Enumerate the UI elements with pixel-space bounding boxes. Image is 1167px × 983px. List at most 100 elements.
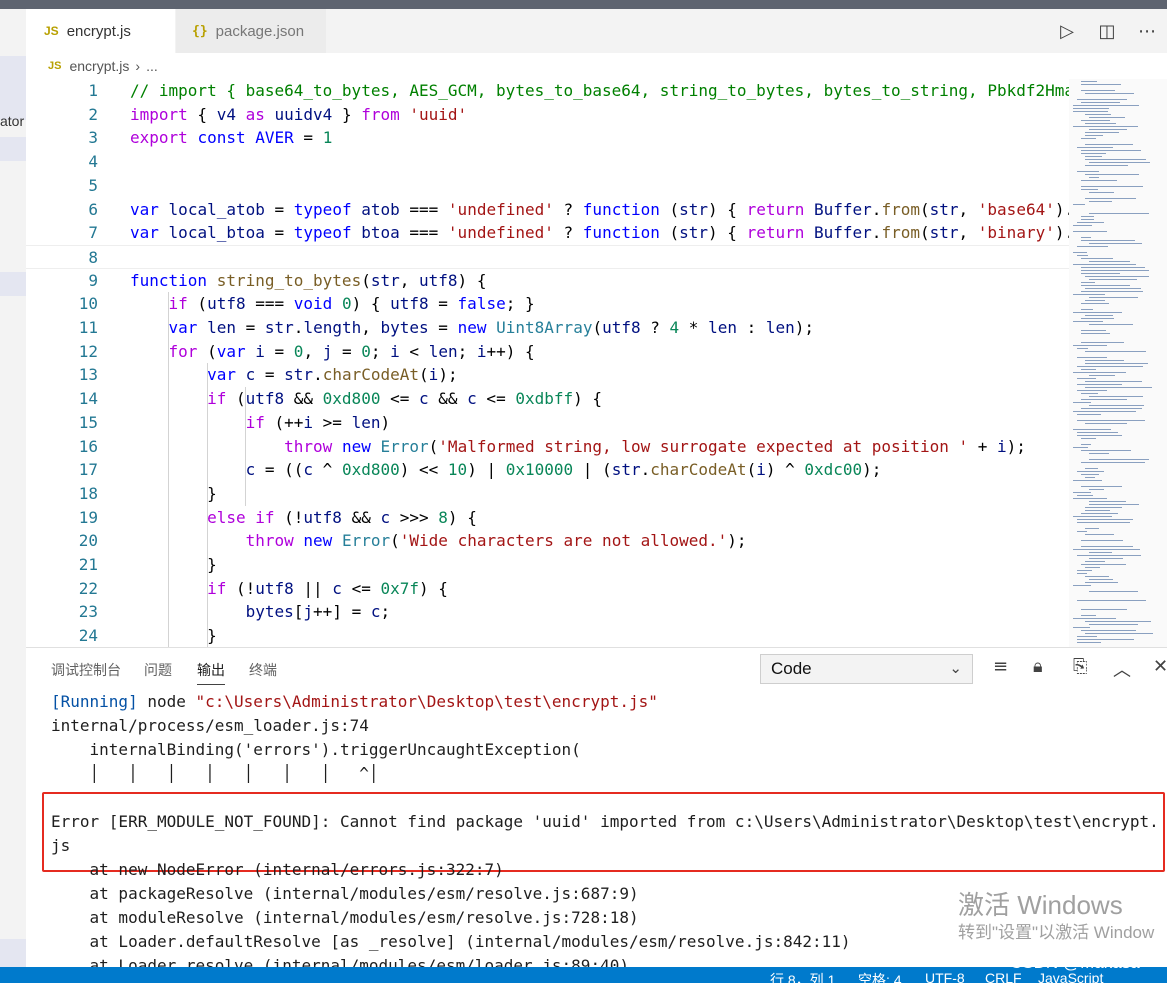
minimap-line — [1081, 153, 1106, 154]
code-token: 8 — [438, 507, 448, 527]
code-line[interactable]: 23 bytes[j++] = c; — [26, 600, 1069, 624]
code-line[interactable]: 10 if (utf8 === void 0) { utf8 = false; … — [26, 292, 1069, 316]
minimap-line — [1081, 369, 1096, 370]
output-token: node — [137, 692, 196, 711]
code-line[interactable]: 3 export const AVER = 1 — [26, 126, 1069, 150]
code-line[interactable]: 17 c = ((c ^ 0xd800) << 10) | 0x10000 | … — [26, 458, 1069, 482]
tab-debug-console[interactable]: 调试控制台 — [51, 660, 121, 680]
javascript-file-icon: JS — [48, 60, 62, 72]
code-line[interactable]: 19 else if (!utf8 && c >>> 8) { — [26, 506, 1069, 530]
indent-guide — [168, 292, 169, 647]
code-token: len — [207, 318, 236, 337]
code-line[interactable]: 6 var local_atob = typeof atob === 'undef… — [26, 198, 1069, 222]
indent-guide — [245, 387, 246, 506]
code-line[interactable]: 4 — [26, 150, 1069, 174]
code-token: ) { — [573, 389, 603, 409]
minimap-line — [1073, 312, 1122, 313]
code-line[interactable]: 11 var len = str.length, bytes = new Uin… — [26, 316, 1069, 340]
tab-label: encrypt.js — [66, 22, 131, 40]
minimap-line — [1077, 522, 1130, 523]
code-token: Uint8Array — [496, 318, 593, 337]
activity-item[interactable] — [0, 137, 26, 161]
more-actions-icon[interactable]: ⋯ — [1127, 21, 1167, 42]
minimap-line — [1085, 315, 1113, 316]
code-editor[interactable]: 1 // import { base64_to_bytes, AES_GCM, b… — [26, 79, 1069, 647]
tab-package-json[interactable]: {} package.json — [176, 9, 326, 53]
code-token: ); — [1006, 436, 1026, 456]
code-token: as — [245, 104, 265, 124]
code-line[interactable]: 5 — [26, 174, 1069, 198]
run-icon[interactable]: ▷ — [1047, 21, 1087, 42]
minimap-line — [1089, 177, 1099, 178]
code-line[interactable]: 2 import { v4 as uuidv4 } from 'uuid' — [26, 103, 1069, 127]
open-log-icon[interactable]: ⎘ — [1073, 656, 1087, 677]
breadcrumb-file[interactable]: encrypt.js — [69, 58, 129, 74]
minimap-line — [1073, 345, 1107, 346]
tab-encrypt-js[interactable]: JS encrypt.js — [26, 9, 175, 53]
status-encoding[interactable]: UTF-8 — [925, 970, 965, 983]
code-line[interactable]: 7 var local_btoa = typeof btoa === 'undef… — [26, 221, 1069, 245]
tab-problems[interactable]: 问题 — [144, 660, 172, 680]
minimap[interactable] — [1069, 79, 1167, 647]
code-line[interactable]: 14 if (utf8 && 0xd800 <= c && c <= 0xdbf… — [26, 387, 1069, 411]
code-text: var local_atob = typeof atob === 'undefi… — [130, 198, 1069, 222]
clear-output-icon[interactable]: ≡ — [993, 656, 1008, 677]
code-token: local_btoa — [168, 223, 265, 243]
activity-item-selected[interactable] — [0, 56, 26, 120]
minimap-line — [1089, 129, 1127, 130]
tab-output[interactable]: 输出 — [197, 660, 225, 685]
code-line[interactable]: 1 // import { base64_to_bytes, AES_GCM, b… — [26, 79, 1069, 103]
minimap-line — [1089, 279, 1137, 280]
code-token: === — [399, 199, 448, 219]
minimap-line — [1073, 585, 1091, 586]
code-token: AVER — [255, 128, 294, 148]
code-token: str — [679, 223, 709, 243]
code-token: function — [582, 223, 660, 243]
code-token: . — [871, 223, 882, 243]
minimap-line — [1077, 600, 1146, 601]
code-token: c — [418, 389, 429, 409]
code-token: } — [130, 626, 217, 646]
lock-icon[interactable]: 🔒︎ — [1033, 656, 1043, 677]
code-line[interactable]: 18 } — [26, 482, 1069, 506]
minimap-line — [1081, 219, 1094, 220]
minimap-line — [1085, 528, 1099, 529]
split-editor-icon[interactable]: ◫ — [1087, 21, 1127, 42]
code-token: var — [130, 223, 159, 243]
code-line[interactable]: 9 function string_to_bytes(str, utf8) { — [26, 269, 1069, 293]
code-token: 'base64' — [977, 199, 1055, 219]
output-channel-select[interactable]: Code ⌄ — [760, 654, 973, 684]
code-line[interactable]: 15 if (++i >= len) — [26, 411, 1069, 435]
code-line[interactable]: 20 throw new Error('Wide characters are … — [26, 529, 1069, 553]
code-line[interactable]: 22 if (!utf8 || c <= 0x7f) { — [26, 577, 1069, 601]
activity-item[interactable] — [0, 272, 26, 296]
status-spaces[interactable]: 空格: 4 — [858, 970, 902, 983]
code-line[interactable]: 8 — [26, 244, 1069, 269]
code-line[interactable]: 12 for (var i = 0, j = 0; i < len; i++) … — [26, 340, 1069, 364]
output-token: [Running] — [51, 692, 138, 711]
tab-terminal[interactable]: 终端 — [249, 660, 277, 680]
close-panel-icon[interactable]: ✕ — [1153, 656, 1167, 677]
maximize-panel-icon[interactable]: ︿ — [1113, 656, 1131, 682]
minimap-line — [1089, 201, 1112, 202]
code-token: ). — [1054, 223, 1069, 243]
minimap-line — [1085, 198, 1136, 199]
code-token: utf8 — [245, 389, 285, 409]
code-token: throw — [245, 531, 294, 551]
status-line-col[interactable]: 行 8，列 1 — [770, 970, 835, 983]
breadcrumb-symbol[interactable]: ... — [146, 58, 158, 74]
code-line[interactable]: 24 } — [26, 624, 1069, 647]
code-line[interactable]: 21 } — [26, 553, 1069, 577]
breadcrumb-separator: › — [135, 58, 141, 74]
code-line[interactable]: 16 throw new Error('Malformed string, lo… — [26, 435, 1069, 459]
code-token: <= — [380, 389, 419, 409]
code-line[interactable]: 13 var c = str.charCodeAt(i); — [26, 363, 1069, 387]
code-token: ) << — [399, 460, 448, 480]
